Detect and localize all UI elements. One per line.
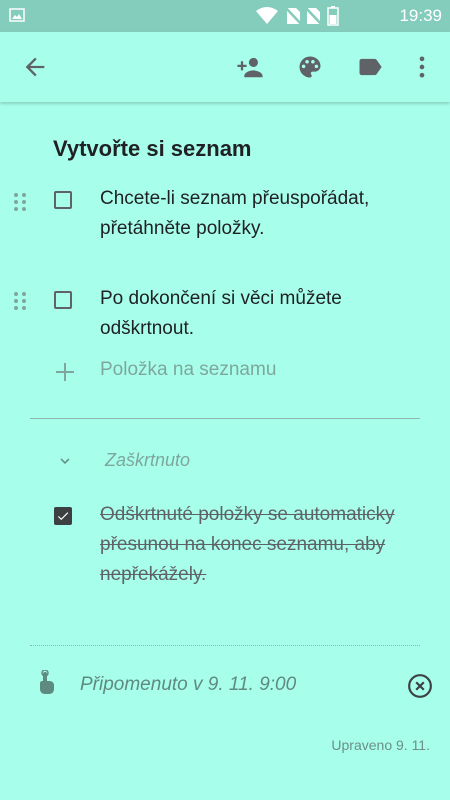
checkbox-checked[interactable] bbox=[54, 507, 72, 525]
more-vert-icon[interactable] bbox=[408, 53, 436, 81]
add-collaborator-icon[interactable] bbox=[234, 53, 266, 81]
arrow-back-icon[interactable] bbox=[21, 53, 49, 81]
add-item-placeholder: Položka na seznamu bbox=[100, 359, 277, 380]
chevron-down-icon bbox=[60, 458, 70, 464]
status-bar: 19:39 bbox=[0, 0, 450, 32]
label-icon[interactable] bbox=[356, 53, 384, 81]
reminder-chip[interactable]: Připomenuto v 9. 11. 9:00 bbox=[0, 668, 450, 704]
toolbar bbox=[0, 32, 450, 102]
no-sim-icon bbox=[284, 6, 303, 26]
item-text[interactable]: Chcete-li seznam přeuspořádat, přetáhnět… bbox=[100, 184, 400, 244]
palette-icon[interactable] bbox=[296, 53, 324, 81]
list-item: Chcete-li seznam přeuspořádat, přetáhnět… bbox=[0, 184, 450, 274]
gallery-icon bbox=[9, 8, 25, 22]
checked-section-label: Zaškrtnuto bbox=[105, 450, 191, 470]
drag-handle-icon[interactable] bbox=[13, 291, 27, 311]
item-text[interactable]: Odškrtnuté položky se automaticky přesun… bbox=[100, 500, 400, 590]
no-sim-icon bbox=[304, 6, 323, 26]
checked-section-toggle[interactable]: Zaškrtnuto bbox=[0, 446, 450, 476]
checkbox[interactable] bbox=[54, 291, 72, 309]
list-item: Po dokončení si věci můžete odškrtnout. bbox=[0, 284, 450, 344]
reminder-text: Připomenuto v 9. 11. 9:00 bbox=[80, 674, 297, 695]
checkbox[interactable] bbox=[54, 191, 72, 209]
edited-timestamp: Upraveno 9. 11. bbox=[331, 737, 430, 753]
checked-list-item: Odškrtnuté položky se automaticky přesun… bbox=[0, 500, 450, 620]
plus-icon bbox=[56, 363, 74, 381]
item-text[interactable]: Po dokončení si věci můžete odškrtnout. bbox=[100, 284, 400, 344]
drag-handle-icon[interactable] bbox=[13, 192, 27, 212]
remove-reminder-icon[interactable] bbox=[407, 673, 433, 699]
system-icons bbox=[256, 6, 339, 26]
wifi-icon bbox=[256, 7, 278, 24]
add-list-item[interactable]: Položka na seznamu bbox=[0, 357, 450, 387]
note-title[interactable]: Vytvořte si seznam bbox=[53, 136, 252, 162]
clock: 19:39 bbox=[399, 6, 442, 25]
battery-icon bbox=[327, 6, 339, 26]
check-icon bbox=[57, 512, 69, 521]
dotted-divider bbox=[30, 645, 420, 646]
divider bbox=[30, 418, 420, 419]
reminder-hand-icon bbox=[40, 670, 54, 694]
